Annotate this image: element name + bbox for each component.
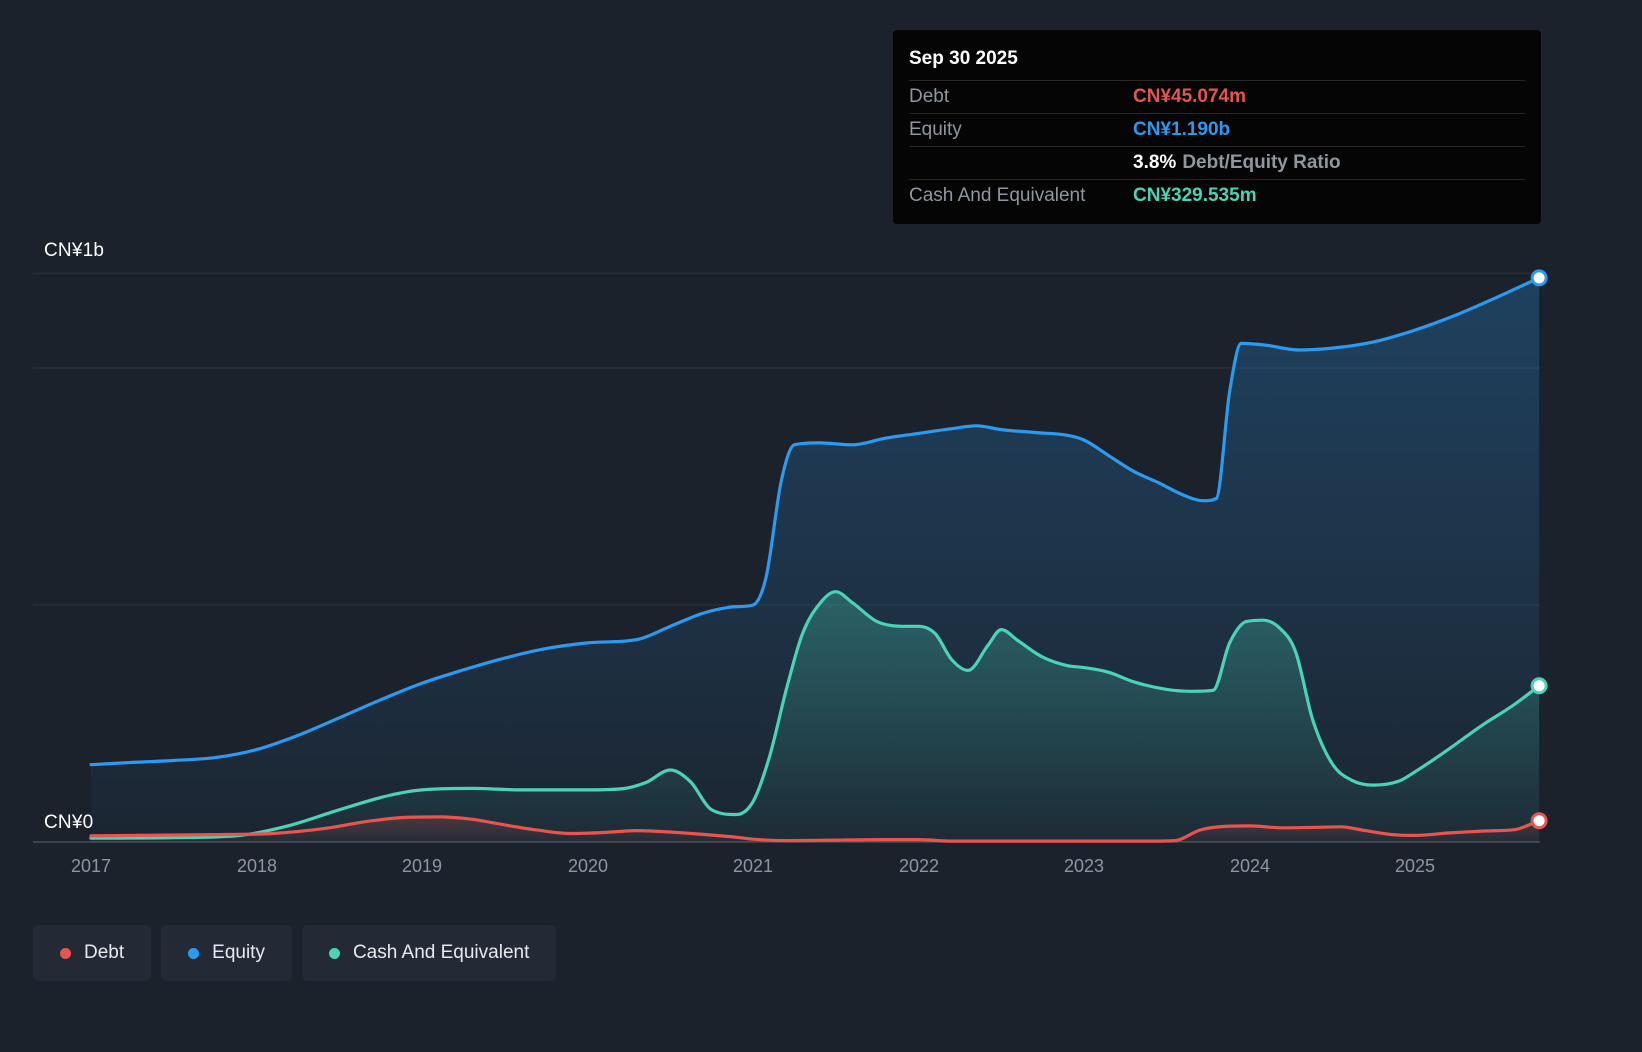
legend-equity-label: Equity	[212, 942, 265, 963]
x-tick-2019: 2019	[401, 856, 443, 876]
equity-series-dot-icon	[188, 947, 200, 959]
debt-end-marker	[1530, 812, 1548, 830]
y-axis-label-0: CN¥0	[44, 812, 94, 833]
x-tick-2021: 2021	[732, 856, 774, 876]
legend-debt-label: Debt	[84, 942, 125, 963]
tooltip-row-debt: Debt CN¥45.074m	[909, 80, 1525, 113]
legend: Debt Equity Cash And Equivalent	[33, 925, 557, 981]
tooltip-cash-label: Cash And Equivalent	[909, 185, 1086, 206]
equity-end-marker	[1530, 269, 1548, 287]
tooltip-row-ratio: 3.8% Debt/Equity Ratio	[909, 146, 1525, 179]
tooltip-date: Sep 30 2025	[909, 48, 1018, 69]
tooltip-row-equity: Equity CN¥1.190b	[909, 113, 1525, 146]
x-tick-2024: 2024	[1229, 856, 1271, 876]
tooltip-cash-value: CN¥329.535m	[1133, 185, 1257, 206]
x-tick-2020: 2020	[567, 856, 609, 876]
tooltip-row-cash: Cash And Equivalent CN¥329.535m	[909, 179, 1525, 212]
cash-end-marker	[1530, 677, 1548, 695]
debt-equity-ratio-percent: 3.8%	[1133, 152, 1177, 173]
x-tick-2017: 2017	[70, 856, 112, 876]
y-axis-label-1b: CN¥1b	[44, 240, 105, 261]
debt-equity-ratio-label: Debt/Equity Ratio	[1182, 152, 1341, 173]
legend-item-cash[interactable]: Cash And Equivalent	[301, 925, 557, 981]
tooltip-ratio-value: 3.8% Debt/Equity Ratio	[1133, 152, 1525, 174]
tooltip-debt-label: Debt	[909, 86, 950, 107]
x-tick-2022: 2022	[898, 856, 940, 876]
cash-series-dot-icon	[328, 947, 340, 959]
tooltip-debt-value: CN¥45.074m	[1133, 86, 1247, 107]
debt-series-dot-icon	[60, 947, 71, 959]
x-tick-2023: 2023	[1063, 856, 1105, 876]
legend-cash-label: Cash And Equivalent	[352, 942, 530, 963]
x-tick-2018: 2018	[236, 856, 278, 876]
tooltip-equity-value: CN¥1.190b	[1133, 119, 1231, 140]
x-tick-2025: 2025	[1394, 856, 1436, 876]
tooltip-panel: Sep 30 2025 Debt CN¥45.074m Equity CN¥1.…	[893, 30, 1541, 224]
tooltip-equity-label: Equity	[909, 119, 962, 140]
legend-item-debt[interactable]: Debt	[33, 925, 152, 981]
legend-item-equity[interactable]: Equity	[161, 925, 292, 981]
